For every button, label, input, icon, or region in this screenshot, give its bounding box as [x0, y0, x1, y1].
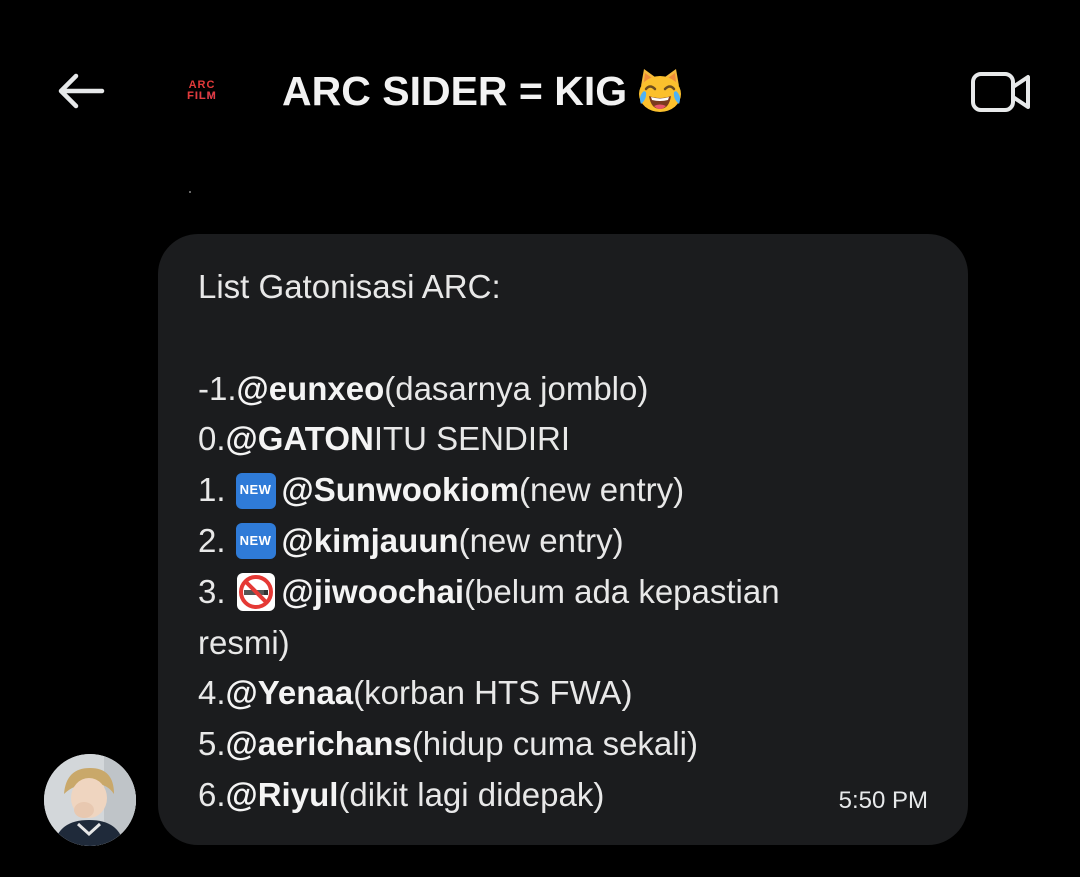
- list-item-note: (new entry): [458, 521, 624, 559]
- list-item-continuation: resmi): [198, 623, 290, 661]
- separator-dot: [189, 191, 191, 193]
- group-avatar[interactable]: ARC FILM: [178, 74, 226, 108]
- list-item-number: 0.: [198, 420, 226, 458]
- mention-link[interactable]: @Yenaa: [226, 668, 354, 719]
- list-item-number: 6.: [198, 775, 226, 813]
- list-item: -1. @eunxeo (dasarnya jomblo): [198, 364, 928, 415]
- mention-link[interactable]: @eunxeo: [237, 364, 385, 415]
- new-badge-icon: NEW: [235, 523, 276, 560]
- mention-link[interactable]: @jiwoochai: [282, 567, 465, 618]
- back-button[interactable]: [50, 66, 110, 116]
- list-item-note: ITU SENDIRI: [373, 420, 571, 458]
- avatar-photo: [44, 754, 136, 846]
- video-call-button[interactable]: [968, 66, 1034, 118]
- list-item: 6. @Riyul (dikit lagi didepak): [198, 770, 928, 821]
- sender-avatar[interactable]: [44, 754, 136, 846]
- mention-link[interactable]: @Sunwookiom: [282, 465, 520, 516]
- list-item: 5. @aerichans (hidup cuma sekali): [198, 719, 928, 770]
- cat-with-tears-of-joy-icon: [639, 69, 682, 112]
- list-item-note: (hidup cuma sekali): [411, 725, 698, 763]
- list-item: 4. @Yenaa (korban HTS FWA): [198, 668, 928, 719]
- no-smoking-icon: [236, 573, 275, 612]
- conversation-title-text: ARC SIDER = KIG: [282, 67, 628, 114]
- arrow-left-icon: [58, 73, 105, 109]
- mention-link[interactable]: @Riyul: [226, 770, 339, 821]
- mention-link[interactable]: @aerichans: [226, 719, 412, 770]
- mention-link[interactable]: @kimjauun: [282, 516, 459, 567]
- list-item-note: (dasarnya jomblo): [384, 369, 649, 407]
- conversation-header: ARC FILM ARC SIDER = KIG: [0, 0, 1080, 180]
- conversation-title[interactable]: ARC SIDER = KIG: [282, 66, 685, 116]
- list-item-note: (dikit lagi didepak): [338, 775, 605, 813]
- list-item-number: 5.: [198, 725, 226, 763]
- list-item-note: (new entry): [519, 471, 685, 509]
- list-item-note: (belum ada kepastian: [464, 572, 780, 610]
- message-heading: List Gatonisasi ARC:: [198, 268, 501, 305]
- dm-conversation-screen: ARC FILM ARC SIDER = KIG List Gatonisasi…: [0, 0, 1080, 877]
- list-item: 0. @GATON ITU SENDIRI: [198, 414, 928, 465]
- list-item: 1. NEW @Sunwookiom (new entry): [198, 465, 928, 516]
- list-item-note: (korban HTS FWA): [353, 674, 633, 712]
- list-item: 2. NEW @kimjauun (new entry): [198, 516, 928, 567]
- list-item-number: 3.: [198, 572, 226, 610]
- list-item-number: 2.: [198, 521, 226, 559]
- video-camera-icon: [971, 72, 1030, 112]
- message-timestamp: 5:50 PM: [838, 787, 928, 814]
- group-avatar-line2: FILM: [187, 90, 217, 102]
- list-item-number: -1.: [198, 369, 237, 407]
- list-item: 3. @jiwoochai (belum ada kepastian: [198, 567, 928, 618]
- message-bubble[interactable]: List Gatonisasi ARC: -1. @eunxeo (dasarn…: [158, 234, 968, 845]
- new-badge-icon: NEW: [235, 472, 276, 509]
- mention-link[interactable]: @GATON: [226, 414, 374, 465]
- list-item-number: 4.: [198, 674, 226, 712]
- list-item-number: 1.: [198, 471, 226, 509]
